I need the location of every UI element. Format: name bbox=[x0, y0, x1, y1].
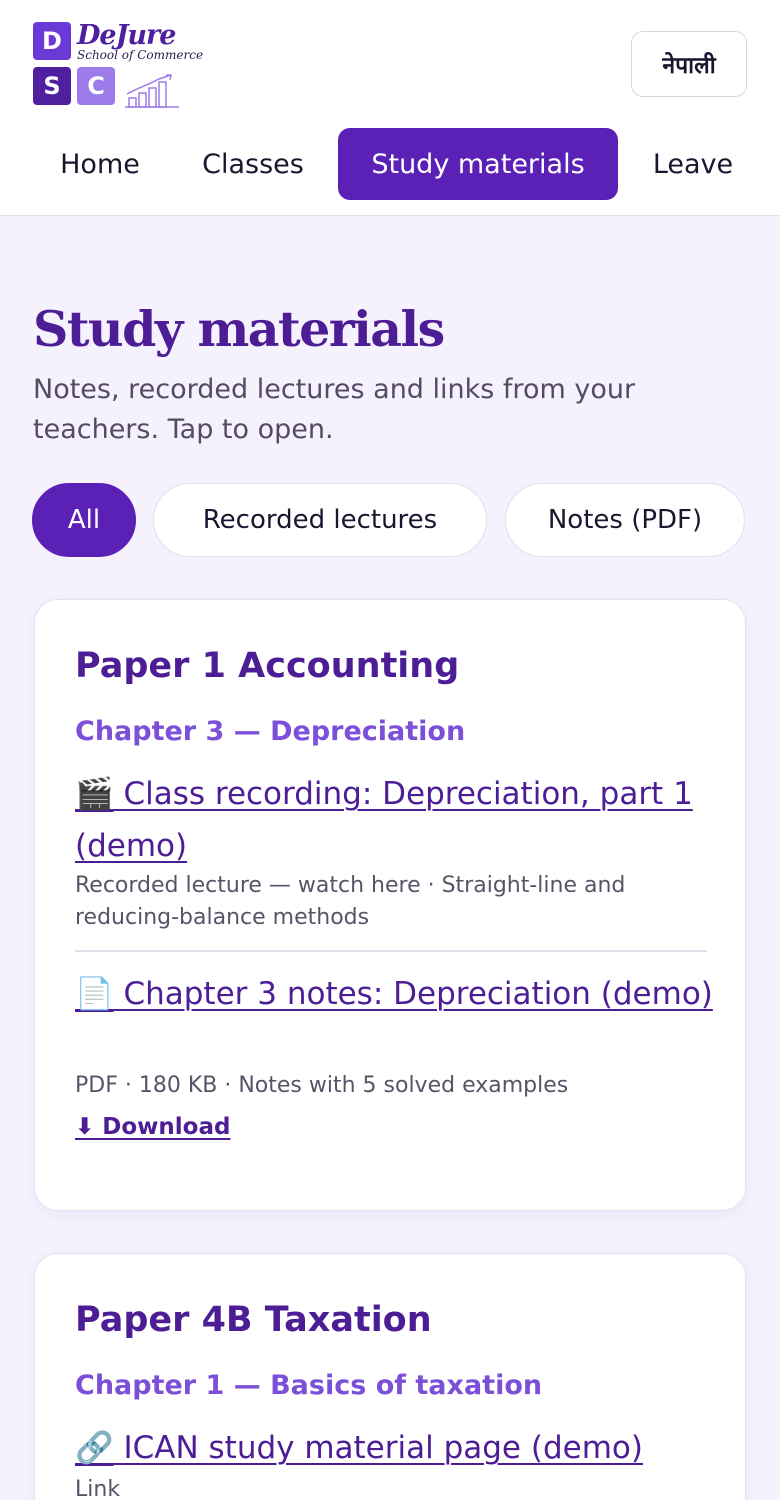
material-link-ican[interactable]: 🔗 ICAN study material page (demo) bbox=[75, 1422, 715, 1474]
material-link-recording[interactable]: 🎬 Class recording: Depreciation, part 1 … bbox=[75, 768, 715, 872]
item-divider bbox=[75, 950, 707, 952]
logo-brand-name: DeJure bbox=[77, 20, 176, 51]
page-title: Study materials bbox=[33, 300, 445, 358]
logo-letter-d: D bbox=[33, 22, 71, 60]
growth-chart-icon bbox=[125, 74, 179, 108]
subject-title: Paper 1 Accounting bbox=[75, 646, 460, 686]
app-header: D S C DeJure School of Commerce नेपाली H… bbox=[0, 0, 780, 216]
material-link-label: Class recording: Depreciation, part 1 (d… bbox=[75, 776, 693, 864]
material-link-label: Chapter 3 notes: Depreciation (demo) bbox=[123, 976, 713, 1012]
filter-all[interactable]: All bbox=[32, 483, 136, 557]
nav-leave[interactable]: Leave bbox=[636, 128, 750, 200]
subject-title: Paper 4B Taxation bbox=[75, 1300, 432, 1340]
logo-letter-s: S bbox=[33, 67, 71, 105]
subject-card-accounting: Paper 1 Accounting Chapter 3 — Depreciat… bbox=[34, 599, 746, 1211]
material-meta: Link bbox=[75, 1477, 121, 1500]
nav-classes[interactable]: Classes bbox=[180, 128, 326, 200]
page-description: Notes, recorded lectures and links from … bbox=[33, 374, 636, 445]
material-meta: PDF · 180 KB · Notes with 5 solved examp… bbox=[75, 1073, 569, 1098]
language-toggle-button[interactable]: नेपाली bbox=[631, 31, 747, 97]
material-link-notes[interactable]: 📄 Chapter 3 notes: Depreciation (demo) bbox=[75, 968, 715, 1020]
chapter-heading: Chapter 3 — Depreciation bbox=[75, 716, 466, 747]
logo-brand-subtitle: School of Commerce bbox=[77, 48, 204, 62]
document-icon: 📄 bbox=[75, 976, 114, 1012]
subject-card-taxation: Paper 4B Taxation Chapter 1 — Basics of … bbox=[34, 1253, 746, 1500]
chapter-heading: Chapter 1 — Basics of taxation bbox=[75, 1370, 543, 1401]
logo-letter-c: C bbox=[77, 67, 115, 105]
filter-recorded-lectures[interactable]: Recorded lectures bbox=[153, 483, 487, 557]
filter-notes-pdf[interactable]: Notes (PDF) bbox=[505, 483, 745, 557]
nav-study-materials[interactable]: Study materials bbox=[338, 128, 618, 200]
school-logo[interactable]: D S C DeJure School of Commerce bbox=[33, 20, 203, 108]
main-nav: Home Classes Study materials Leave bbox=[0, 128, 780, 200]
clapper-board-icon: 🎬 bbox=[75, 776, 114, 812]
link-icon: 🔗 bbox=[75, 1430, 114, 1466]
material-link-label: ICAN study material page (demo) bbox=[123, 1430, 643, 1466]
material-meta: Recorded lecture — watch here · Straight… bbox=[75, 873, 626, 930]
nav-home[interactable]: Home bbox=[33, 128, 167, 200]
download-link[interactable]: ⬇ Download bbox=[75, 1114, 230, 1140]
